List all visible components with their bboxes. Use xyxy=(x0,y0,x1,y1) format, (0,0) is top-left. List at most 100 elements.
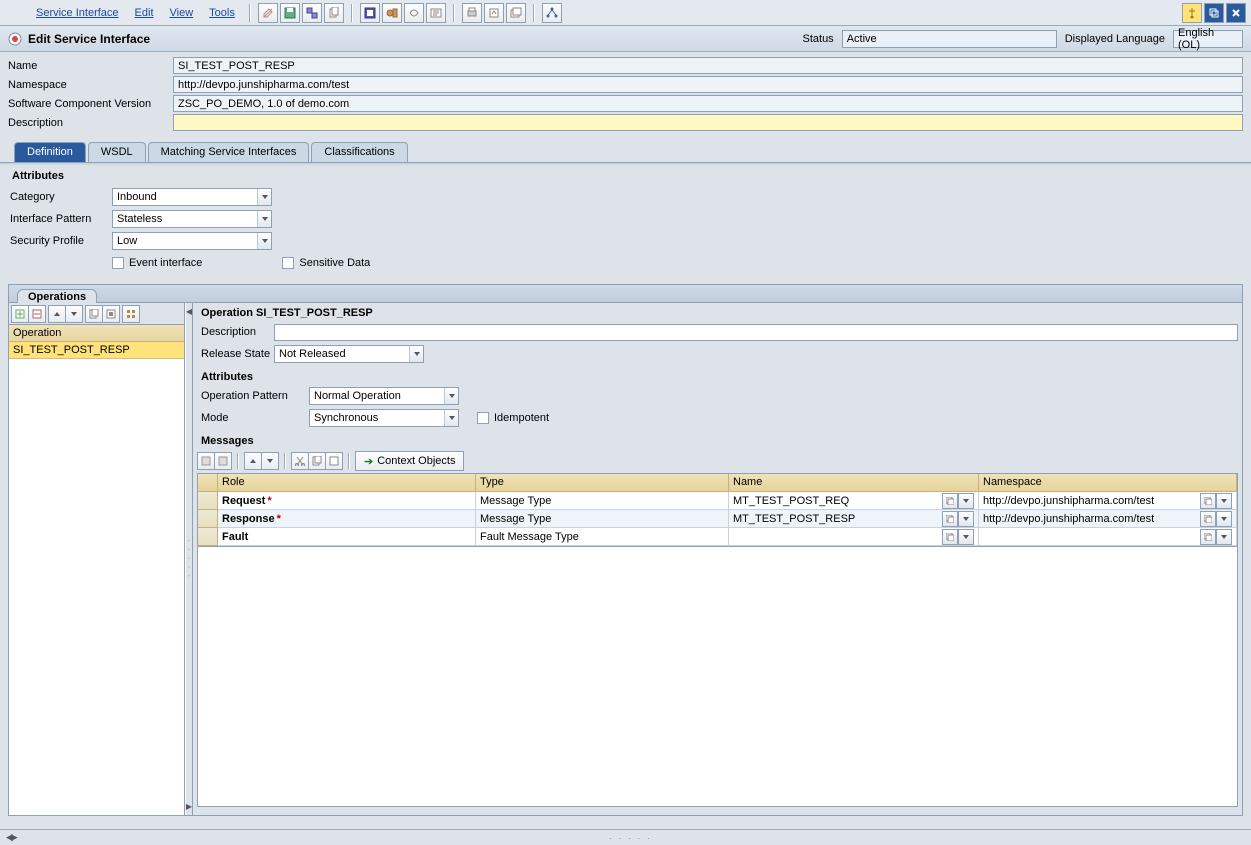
op-remove-button[interactable] xyxy=(28,305,46,323)
dropdown-icon[interactable] xyxy=(958,511,974,527)
dropdown-icon[interactable] xyxy=(958,493,974,509)
description-field[interactable] xyxy=(173,114,1243,131)
op-pattern-label: Operation Pattern xyxy=(197,390,309,402)
cell-type[interactable]: Message Type xyxy=(476,492,729,510)
toolbar-link-icon[interactable] xyxy=(404,3,424,23)
operations-toolbar xyxy=(9,303,184,325)
grid-row[interactable]: FaultFault Message Type xyxy=(198,528,1237,546)
msg-remove-button[interactable] xyxy=(214,452,232,470)
op-settings-button[interactable] xyxy=(122,305,140,323)
tab-classifications[interactable]: Classifications xyxy=(311,142,407,162)
value-help-icon[interactable] xyxy=(1200,529,1216,545)
cell-name[interactable]: MT_TEST_POST_REQ xyxy=(729,492,979,510)
value-help-icon[interactable] xyxy=(1200,493,1216,509)
msg-add-button[interactable] xyxy=(197,452,215,470)
col-role[interactable]: Role xyxy=(218,474,476,492)
tab-matching[interactable]: Matching Service Interfaces xyxy=(148,142,310,162)
toolbar-restore-icon[interactable] xyxy=(1204,3,1224,23)
value-help-icon[interactable] xyxy=(942,529,958,545)
cell-namespace[interactable]: http://devpo.junshipharma.com/test xyxy=(979,492,1237,510)
toolbar-hierarchy-icon[interactable] xyxy=(542,3,562,23)
toolbar-pin-icon[interactable] xyxy=(1182,3,1202,23)
msg-copy-button[interactable] xyxy=(308,452,326,470)
menu-tools[interactable]: Tools xyxy=(201,4,243,22)
dropdown-icon[interactable] xyxy=(958,529,974,545)
statusbar-grip-icon[interactable]: · · · · · xyxy=(609,833,652,843)
scv-label: Software Component Version xyxy=(8,98,173,110)
category-combo[interactable]: Inbound xyxy=(112,188,272,206)
scv-field[interactable]: ZSC_PO_DEMO, 1.0 of demo.com xyxy=(173,95,1243,112)
toolbar-where-used-icon[interactable] xyxy=(360,3,380,23)
op-desc-field[interactable] xyxy=(274,324,1238,341)
msg-paste-button[interactable] xyxy=(325,452,343,470)
cell-namespace[interactable]: http://devpo.junshipharma.com/test xyxy=(979,510,1237,528)
op-desc-label: Description xyxy=(197,326,274,338)
cell-namespace[interactable] xyxy=(979,528,1237,546)
col-namespace[interactable]: Namespace xyxy=(979,474,1237,492)
toolbar-session-icon[interactable] xyxy=(506,3,526,23)
tab-wsdl[interactable]: WSDL xyxy=(88,142,146,162)
value-help-icon[interactable] xyxy=(942,493,958,509)
operation-row[interactable]: SI_TEST_POST_RESP xyxy=(9,342,184,359)
toolbar-save-icon[interactable] xyxy=(280,3,300,23)
sensitive-data-checkbox[interactable] xyxy=(282,257,294,269)
interface-pattern-combo[interactable]: Stateless xyxy=(112,210,272,228)
value-help-icon[interactable] xyxy=(1200,511,1216,527)
statusbar-arrows-icon[interactable]: ◀▶ xyxy=(6,832,16,843)
cell-name[interactable]: MT_TEST_POST_RESP xyxy=(729,510,979,528)
op-copy-button[interactable] xyxy=(85,305,103,323)
grid-row[interactable]: Response*Message TypeMT_TEST_POST_RESPht… xyxy=(198,510,1237,528)
toolbar-export-icon[interactable] xyxy=(484,3,504,23)
dropdown-icon[interactable] xyxy=(1216,529,1232,545)
name-field[interactable]: SI_TEST_POST_RESP xyxy=(173,57,1243,74)
op-up-button[interactable] xyxy=(48,305,66,323)
msg-up-button[interactable] xyxy=(244,452,262,470)
namespace-field[interactable]: http://devpo.junshipharma.com/test xyxy=(173,76,1243,93)
toolbar-check-icon[interactable] xyxy=(382,3,402,23)
toolbar-test-icon[interactable] xyxy=(426,3,446,23)
context-objects-button[interactable]: ➔ Context Objects xyxy=(355,451,464,471)
toolbar-edit-icon[interactable] xyxy=(258,3,278,23)
operation-blank-area xyxy=(9,359,184,815)
value-help-icon[interactable] xyxy=(942,511,958,527)
menu-view[interactable]: View xyxy=(162,4,202,22)
toolbar-cube-icon[interactable] xyxy=(302,3,322,23)
tab-definition[interactable]: Definition xyxy=(14,142,86,162)
dropdown-icon[interactable] xyxy=(1216,493,1232,509)
msg-cut-button[interactable] xyxy=(291,452,309,470)
toolbar-close-icon[interactable] xyxy=(1226,3,1246,23)
splitter-handle[interactable]: ◀ · · · · · ▶ xyxy=(185,303,193,815)
cell-role: Fault xyxy=(218,528,476,546)
grid-row[interactable]: Request*Message TypeMT_TEST_POST_REQhttp… xyxy=(198,492,1237,510)
grid-row-selector[interactable] xyxy=(198,492,218,510)
release-state-combo[interactable]: Not Released xyxy=(274,345,424,363)
idempotent-checkbox[interactable] xyxy=(477,412,489,424)
col-type[interactable]: Type xyxy=(476,474,729,492)
header-form: Name SI_TEST_POST_RESP Namespace http://… xyxy=(0,52,1251,140)
op-add-button[interactable] xyxy=(11,305,29,323)
toolbar-print-icon[interactable] xyxy=(462,3,482,23)
operations-bar: Operations xyxy=(8,284,1243,302)
menu-edit[interactable]: Edit xyxy=(127,4,162,22)
cell-name[interactable] xyxy=(729,528,979,546)
menu-service-interface[interactable]: Service Interface xyxy=(28,4,127,22)
op-paste-button[interactable] xyxy=(102,305,120,323)
grid-row-selector[interactable] xyxy=(198,528,218,546)
event-interface-checkbox[interactable] xyxy=(112,257,124,269)
namespace-label: Namespace xyxy=(8,79,173,91)
mode-combo[interactable]: Synchronous xyxy=(309,409,459,427)
col-name[interactable]: Name xyxy=(729,474,979,492)
toolbar-copy-icon[interactable] xyxy=(324,3,344,23)
security-profile-combo[interactable]: Low xyxy=(112,232,272,250)
op-down-button[interactable] xyxy=(65,305,83,323)
op-pattern-combo[interactable]: Normal Operation xyxy=(309,387,459,405)
cell-type[interactable]: Message Type xyxy=(476,510,729,528)
op-attributes-section: Attributes xyxy=(197,365,1238,385)
interface-pattern-label: Interface Pattern xyxy=(10,213,112,225)
dropdown-icon[interactable] xyxy=(1216,511,1232,527)
cell-type[interactable]: Fault Message Type xyxy=(476,528,729,546)
grid-row-selector[interactable] xyxy=(198,510,218,528)
lang-value[interactable]: English (OL) xyxy=(1173,30,1243,48)
grid-select-header[interactable] xyxy=(198,474,218,492)
msg-down-button[interactable] xyxy=(261,452,279,470)
